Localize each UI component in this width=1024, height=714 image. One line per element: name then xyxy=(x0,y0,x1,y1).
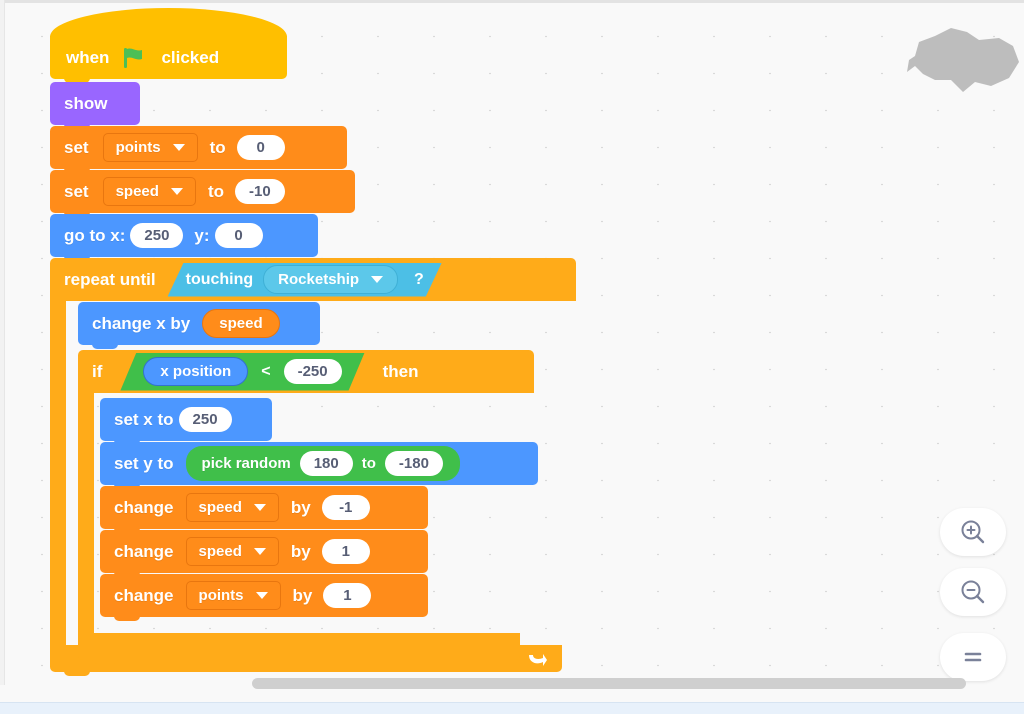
change-verb-label: change xyxy=(114,586,174,606)
horizontal-scrollbar-track[interactable] xyxy=(0,685,1024,703)
speed-variable-label: speed xyxy=(116,183,159,200)
bottom-panel-strip xyxy=(0,702,1024,714)
points-variable-dropdown[interactable]: points xyxy=(186,581,281,610)
touching-label: touching xyxy=(186,271,254,289)
set-y-to-block[interactable]: set y to pick random 180 to -180 xyxy=(100,442,538,485)
to-connector-label: to xyxy=(208,182,224,202)
change-speed-value-input[interactable]: -1 xyxy=(322,495,370,520)
change-speed-value-input[interactable]: 1 xyxy=(322,539,370,564)
if-then-left-arm xyxy=(78,393,94,633)
speed-variable-label: speed xyxy=(199,543,242,560)
show-block[interactable]: show xyxy=(50,82,140,125)
set-x-to-label: set x to xyxy=(114,410,174,430)
repeat-until-header[interactable]: repeat until touching Rocketship ? xyxy=(50,258,576,301)
change-x-by-label: change x by xyxy=(92,314,190,334)
horizontal-scrollbar-thumb[interactable] xyxy=(252,678,966,689)
zoom-out-icon xyxy=(958,577,988,607)
set-x-to-block[interactable]: set x to 250 xyxy=(100,398,272,441)
less-than-value-input[interactable]: -250 xyxy=(284,359,342,384)
change-speed-by-negative-one-block[interactable]: change speed by -1 xyxy=(100,486,428,529)
speed-variable-dropdown[interactable]: speed xyxy=(103,177,196,206)
zoom-reset-icon xyxy=(958,642,988,672)
if-then-inner-notch xyxy=(94,633,120,638)
to-connector-label: to xyxy=(210,138,226,158)
zoom-out-button[interactable] xyxy=(940,568,1006,616)
if-then-footer[interactable] xyxy=(78,633,520,660)
zoom-reset-button[interactable] xyxy=(940,633,1006,681)
by-connector-label: by xyxy=(293,586,313,606)
pick-random-to-label: to xyxy=(362,455,376,472)
chevron-down-icon xyxy=(371,276,383,283)
question-mark-label: ? xyxy=(414,271,424,289)
workspace-top-edge xyxy=(0,0,1024,3)
set-verb-label: set xyxy=(64,138,89,158)
workspace-left-edge xyxy=(0,0,5,690)
green-flag-icon xyxy=(121,46,147,70)
points-variable-dropdown[interactable]: points xyxy=(103,133,198,162)
touching-target-label: Rocketship xyxy=(278,271,359,288)
chevron-down-icon xyxy=(254,548,266,555)
speed-variable-dropdown[interactable]: speed xyxy=(186,537,279,566)
change-verb-label: change xyxy=(114,542,174,562)
speed-variable-reporter[interactable]: speed xyxy=(202,309,279,338)
change-verb-label: change xyxy=(114,498,174,518)
set-x-value-input[interactable]: 250 xyxy=(179,407,232,432)
when-label: when xyxy=(66,48,109,68)
pick-random-operator-block[interactable]: pick random 180 to -180 xyxy=(186,446,460,481)
change-points-by-one-block[interactable]: change points by 1 xyxy=(100,574,428,617)
set-points-block[interactable]: set points to 0 xyxy=(50,126,347,169)
touching-condition-block[interactable]: touching Rocketship ? xyxy=(168,263,442,297)
points-value-input[interactable]: 0 xyxy=(237,135,285,160)
pick-random-to-input[interactable]: -180 xyxy=(385,451,443,476)
show-label: show xyxy=(64,94,107,114)
speed-variable-label: speed xyxy=(199,499,242,516)
pick-random-from-input[interactable]: 180 xyxy=(300,451,353,476)
x-position-reporter[interactable]: x position xyxy=(143,357,248,386)
less-than-operator-block[interactable]: x position < -250 xyxy=(120,353,364,391)
change-speed-by-one-block[interactable]: change speed by 1 xyxy=(100,530,428,573)
when-flag-clicked-hat-block[interactable]: when clicked xyxy=(50,36,287,79)
less-than-symbol: < xyxy=(261,363,270,381)
go-to-xy-block[interactable]: go to x: 250 y: 0 xyxy=(50,214,318,257)
pick-random-label: pick random xyxy=(202,455,291,472)
go-to-x-label: go to x: xyxy=(64,226,125,246)
points-variable-label: points xyxy=(199,587,244,604)
zoom-in-button[interactable] xyxy=(940,508,1006,556)
go-to-x-input[interactable]: 250 xyxy=(130,223,183,248)
points-variable-label: points xyxy=(116,139,161,156)
speed-variable-dropdown[interactable]: speed xyxy=(186,493,279,522)
by-connector-label: by xyxy=(291,498,311,518)
zoom-in-icon xyxy=(958,517,988,547)
touching-target-dropdown[interactable]: Rocketship xyxy=(263,265,398,294)
chevron-down-icon xyxy=(173,144,185,151)
chevron-down-icon xyxy=(254,504,266,511)
if-then-header[interactable]: if x position < -250 then xyxy=(78,350,534,393)
go-to-y-input[interactable]: 0 xyxy=(215,223,263,248)
change-x-by-block[interactable]: change x by speed xyxy=(78,302,320,345)
set-y-to-label: set y to xyxy=(114,454,174,474)
go-to-y-label: y: xyxy=(194,226,209,246)
set-verb-label: set xyxy=(64,182,89,202)
chevron-down-icon xyxy=(256,592,268,599)
speed-value-input[interactable]: -10 xyxy=(235,179,285,204)
scratch-editor-stage: when clicked show set points to 0 set sp… xyxy=(0,0,1024,714)
by-connector-label: by xyxy=(291,542,311,562)
gray-sprite-blob xyxy=(905,22,1023,94)
loop-arrow-icon xyxy=(526,649,548,669)
chevron-down-icon xyxy=(171,188,183,195)
if-label: if xyxy=(92,362,102,382)
then-label: then xyxy=(383,362,419,382)
change-points-value-input[interactable]: 1 xyxy=(323,583,371,608)
clicked-label: clicked xyxy=(161,48,219,68)
set-speed-block[interactable]: set speed to -10 xyxy=(50,170,355,213)
repeat-until-label: repeat until xyxy=(64,270,156,290)
repeat-until-left-arm xyxy=(50,301,66,645)
